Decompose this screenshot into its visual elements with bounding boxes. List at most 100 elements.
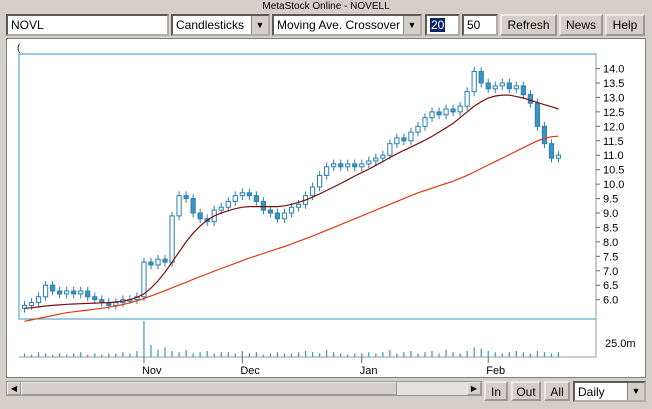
- show-all-button[interactable]: All: [544, 381, 570, 401]
- candle-body: [155, 258, 161, 266]
- zoom-in-button[interactable]: In: [484, 381, 508, 401]
- volume-bar: [80, 352, 82, 357]
- volume-bar: [248, 353, 250, 357]
- candle-body: [183, 195, 189, 200]
- candle-body: [415, 125, 421, 133]
- volume-bar: [192, 353, 194, 357]
- volume-bar: [87, 354, 89, 357]
- volume-bar: [129, 353, 131, 357]
- study-select[interactable]: Moving Ave. Crossover ▼: [272, 14, 422, 36]
- candle-body: [345, 163, 351, 168]
- volume-bar: [220, 352, 222, 357]
- candle-body: [253, 195, 259, 202]
- volume-bar: [445, 349, 447, 357]
- candle-body: [246, 192, 252, 197]
- period2-input[interactable]: 50: [462, 14, 498, 36]
- volume-bar: [171, 351, 173, 357]
- candle-body: [232, 195, 238, 202]
- candle-body: [85, 290, 91, 298]
- news-button[interactable]: News: [559, 14, 603, 36]
- candle-body: [394, 137, 400, 145]
- volume-bar: [66, 354, 68, 357]
- price-tick-label: 9.5: [603, 194, 618, 206]
- volume-bar: [150, 345, 152, 357]
- volume-bar: [283, 353, 286, 357]
- volume-bar: [227, 352, 229, 357]
- candle-body: [267, 209, 274, 214]
- candle-body: [71, 290, 77, 295]
- symbol-input[interactable]: NOVL: [6, 14, 169, 36]
- volume-bar: [37, 352, 40, 357]
- candle-body: [401, 137, 407, 142]
- candle-body: [492, 85, 498, 90]
- candle-body: [408, 131, 414, 142]
- horizontal-scrollbar[interactable]: ◀ ▶: [6, 381, 482, 396]
- candle-body: [162, 258, 168, 263]
- volume-bar: [375, 353, 377, 357]
- candle-body: [64, 290, 70, 295]
- candle-body: [113, 302, 119, 306]
- candle-body: [99, 299, 105, 304]
- candle-body: [281, 212, 288, 220]
- volume-bar: [410, 351, 412, 357]
- volume-bar: [206, 351, 208, 357]
- candle-body: [373, 157, 379, 162]
- price-tick-label: 8.0: [603, 237, 618, 249]
- volume-bar: [241, 351, 243, 357]
- volume-bar: [438, 353, 440, 357]
- candle-body: [506, 82, 512, 90]
- chart-panel[interactable]: ( 6.0 6.5 7.0 7.5 8.0 8.5 9.0 9.5 10.0 10.5 11.0 11…: [6, 38, 646, 378]
- candle-body: [387, 143, 393, 156]
- volume-bar: [122, 352, 124, 357]
- candle-body: [190, 198, 196, 214]
- chevron-down-icon[interactable]: ▼: [627, 383, 644, 400]
- scroll-right-arrow-icon[interactable]: ▶: [467, 382, 481, 395]
- month-tick-label: Jan: [360, 365, 378, 377]
- volume-bar: [178, 352, 180, 357]
- volume-bar: [23, 353, 26, 357]
- volume-bar: [319, 353, 321, 357]
- candle-body: [443, 108, 449, 116]
- candle-body: [169, 215, 175, 263]
- candle-body: [520, 85, 526, 96]
- volume-bar: [101, 354, 103, 357]
- candle-body: [471, 70, 477, 93]
- volume-bar: [543, 352, 546, 357]
- volume-bar: [368, 352, 370, 357]
- volume-bar: [143, 321, 145, 357]
- moving-average-long-line: [24, 135, 559, 322]
- candle-body: [218, 206, 224, 211]
- price-tick-label: 6.5: [603, 280, 618, 292]
- price-tick-label: 8.5: [603, 222, 618, 234]
- candle-body: [338, 163, 344, 168]
- refresh-button[interactable]: Refresh: [500, 14, 557, 36]
- volume-bar: [304, 351, 307, 357]
- volume-bar: [136, 351, 138, 357]
- candle-body: [352, 163, 358, 168]
- volume-bar: [311, 352, 314, 357]
- volume-bar: [452, 352, 454, 357]
- volume-bar: [333, 352, 335, 357]
- candle-body: [324, 166, 330, 176]
- price-tick-label: 14.0: [603, 64, 624, 76]
- chart-type-select[interactable]: Candlesticks ▼: [171, 14, 270, 36]
- scroll-left-arrow-icon[interactable]: ◀: [7, 382, 21, 395]
- price-tick-label: 11.0: [603, 150, 624, 162]
- zoom-out-button[interactable]: Out: [511, 381, 541, 401]
- interval-select[interactable]: Daily ▼: [573, 381, 646, 402]
- scrollbar-thumb[interactable]: [21, 382, 397, 395]
- candle-body: [499, 82, 505, 87]
- volume-bar: [52, 354, 54, 357]
- candle-body: [457, 105, 463, 113]
- chevron-down-icon[interactable]: ▼: [403, 16, 420, 34]
- price-chart: ( 6.0 6.5 7.0 7.5 8.0 8.5 9.0 9.5 10.0 10.5 11.0 11…: [17, 43, 636, 377]
- volume-bar: [550, 353, 553, 357]
- candle-body: [288, 206, 295, 214]
- volume-bar: [255, 352, 257, 357]
- volume-bar: [557, 352, 560, 357]
- help-button[interactable]: Help: [605, 14, 645, 36]
- chevron-down-icon[interactable]: ▼: [251, 16, 268, 34]
- candle-body: [274, 212, 281, 220]
- candle-body: [548, 143, 555, 159]
- period1-input[interactable]: 20: [425, 14, 460, 36]
